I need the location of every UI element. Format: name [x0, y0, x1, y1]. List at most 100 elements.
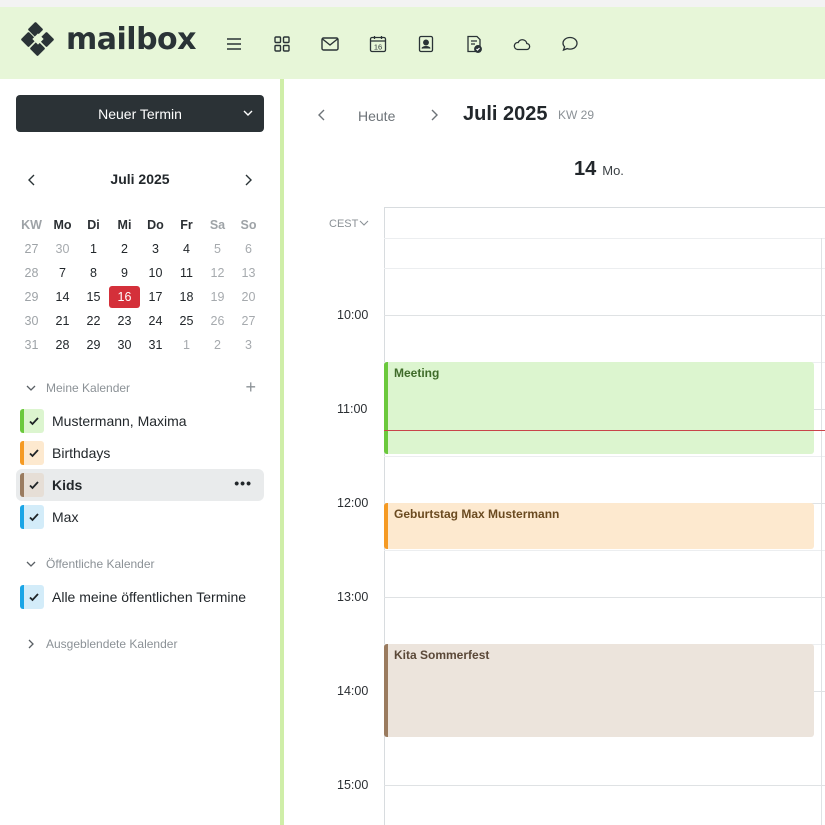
weekday-header: Sa — [209, 218, 226, 232]
timezone-selector[interactable]: CEST — [329, 218, 369, 230]
more-options-icon[interactable]: ••• — [234, 475, 252, 491]
calendar-day[interactable]: 2 — [202, 334, 233, 356]
chevron-left-icon[interactable] — [316, 108, 328, 122]
calendar-day[interactable]: 30 — [109, 334, 140, 356]
calendar-day[interactable]: 4 — [171, 238, 202, 260]
chevron-down-icon[interactable] — [16, 382, 46, 394]
add-calendar-icon[interactable]: + — [245, 378, 256, 396]
grid-line — [384, 238, 825, 239]
calendar-day[interactable]: 1 — [171, 334, 202, 356]
current-month-title: Juli 2025 — [463, 103, 548, 125]
event-birthday[interactable]: Geburtstag Max Mustermann — [384, 503, 814, 549]
grid-line — [384, 456, 825, 457]
week-number: 30 — [24, 314, 39, 328]
week-number-header: KW — [21, 218, 42, 232]
calendar-item-max[interactable]: Max — [16, 501, 264, 533]
calendar-day[interactable]: 28 — [47, 334, 78, 356]
time-label: 10:00 — [337, 308, 369, 322]
day-number: 14 — [574, 158, 597, 180]
calendar-day[interactable]: 3 — [233, 334, 264, 356]
calendar-day[interactable]: 25 — [171, 310, 202, 332]
grid-line — [384, 785, 825, 786]
calendar-day-today[interactable]: 16 — [109, 286, 140, 308]
today-button[interactable]: Heute — [358, 108, 395, 124]
week-number: 27 — [24, 242, 39, 256]
day-name: Mo. — [602, 163, 624, 178]
week-number-label: KW 29 — [558, 108, 595, 122]
calendar-day[interactable]: 18 — [171, 286, 202, 308]
calendar-day[interactable]: 27 — [233, 310, 264, 332]
calendar-day[interactable]: 30 — [47, 238, 78, 260]
day-header[interactable]: 14 Mo. — [574, 158, 624, 181]
calendar-day[interactable]: 9 — [109, 262, 140, 284]
calendar-item-public[interactable]: Alle meine öffentlichen Termine — [16, 581, 264, 613]
time-label: 14:00 — [337, 684, 369, 698]
chevron-down-icon[interactable] — [16, 558, 46, 570]
event-meeting[interactable]: Meeting — [384, 362, 814, 454]
calendar-day[interactable]: 10 — [140, 262, 171, 284]
calendar-day[interactable]: 20 — [233, 286, 264, 308]
tasks-icon[interactable] — [463, 33, 485, 55]
checkbox-checked-icon[interactable] — [20, 473, 44, 497]
calendar-day[interactable]: 13 — [233, 262, 264, 284]
chevron-right-icon[interactable] — [428, 108, 440, 122]
mail-icon[interactable] — [319, 33, 341, 55]
calendar-day[interactable]: 6 — [233, 238, 264, 260]
calendar-day[interactable]: 2 — [109, 238, 140, 260]
week-number: 28 — [24, 266, 39, 280]
contacts-icon[interactable] — [415, 33, 437, 55]
calendar-day[interactable]: 24 — [140, 310, 171, 332]
checkbox-checked-icon[interactable] — [20, 585, 44, 609]
checkbox-checked-icon[interactable] — [20, 505, 44, 529]
calendar-day[interactable]: 12 — [202, 262, 233, 284]
calendar-item-label: Max — [52, 509, 79, 525]
mini-calendar-header-row: KW Mo Di Mi Do Fr Sa So — [16, 213, 264, 237]
mini-calendar-grid: KW Mo Di Mi Do Fr Sa So 27 30 1 2 3 4 5 … — [16, 213, 264, 357]
cloud-icon[interactable] — [511, 33, 533, 55]
calendar-day[interactable]: 21 — [47, 310, 78, 332]
hidden-calendars-section[interactable]: Ausgeblendete Kalender — [16, 634, 264, 654]
calendar-day[interactable]: 8 — [78, 262, 109, 284]
calendar-day[interactable]: 7 — [47, 262, 78, 284]
chevron-down-icon[interactable] — [242, 107, 254, 119]
time-label: 12:00 — [337, 496, 369, 510]
chevron-right-icon[interactable] — [242, 173, 254, 187]
svg-text:16: 16 — [374, 43, 382, 52]
calendar-icon[interactable]: 16 — [367, 33, 389, 55]
mini-calendar-week: 30 21 22 23 24 25 26 27 — [16, 309, 264, 333]
sidebar: Neuer Termin Juli 2025 KW Mo Di Mi Do Fr… — [0, 79, 280, 825]
menu-icon[interactable] — [223, 33, 245, 55]
logo[interactable]: mailbox — [20, 21, 197, 57]
apps-grid-icon[interactable] — [271, 33, 293, 55]
calendar-day[interactable]: 15 — [78, 286, 109, 308]
calendar-item-kids[interactable]: Kids ••• — [16, 469, 264, 501]
calendar-item-birthdays[interactable]: Birthdays — [16, 437, 264, 469]
chevron-right-icon[interactable] — [16, 638, 46, 650]
public-calendars-section[interactable]: Öffentliche Kalender — [16, 554, 264, 574]
calendar-day[interactable]: 11 — [171, 262, 202, 284]
calendar-day[interactable]: 3 — [140, 238, 171, 260]
week-number: 29 — [24, 290, 39, 304]
calendar-day[interactable]: 19 — [202, 286, 233, 308]
checkbox-checked-icon[interactable] — [20, 441, 44, 465]
checkbox-checked-icon[interactable] — [20, 409, 44, 433]
calendar-day[interactable]: 23 — [109, 310, 140, 332]
new-event-label: Neuer Termin — [98, 105, 182, 122]
my-calendars-section[interactable]: Meine Kalender + — [16, 378, 264, 398]
calendar-day[interactable]: 5 — [202, 238, 233, 260]
calendar-item-label: Kids — [52, 477, 83, 493]
top-bar: mailbox 16 — [0, 0, 825, 79]
calendar-day[interactable]: 14 — [47, 286, 78, 308]
event-kita-sommerfest[interactable]: Kita Sommerfest — [384, 644, 814, 737]
weekday-header: Fr — [180, 218, 193, 232]
new-event-button[interactable]: Neuer Termin — [16, 95, 264, 132]
calendar-day[interactable]: 29 — [78, 334, 109, 356]
calendar-day[interactable]: 22 — [78, 310, 109, 332]
calendar-day[interactable]: 31 — [140, 334, 171, 356]
calendar-day[interactable]: 17 — [140, 286, 171, 308]
chat-icon[interactable] — [559, 33, 581, 55]
calendar-day[interactable]: 1 — [78, 238, 109, 260]
calendar-day[interactable]: 26 — [202, 310, 233, 332]
calendar-item-mustermann[interactable]: Mustermann, Maxima — [16, 405, 264, 437]
timezone-label: CEST — [329, 218, 359, 230]
